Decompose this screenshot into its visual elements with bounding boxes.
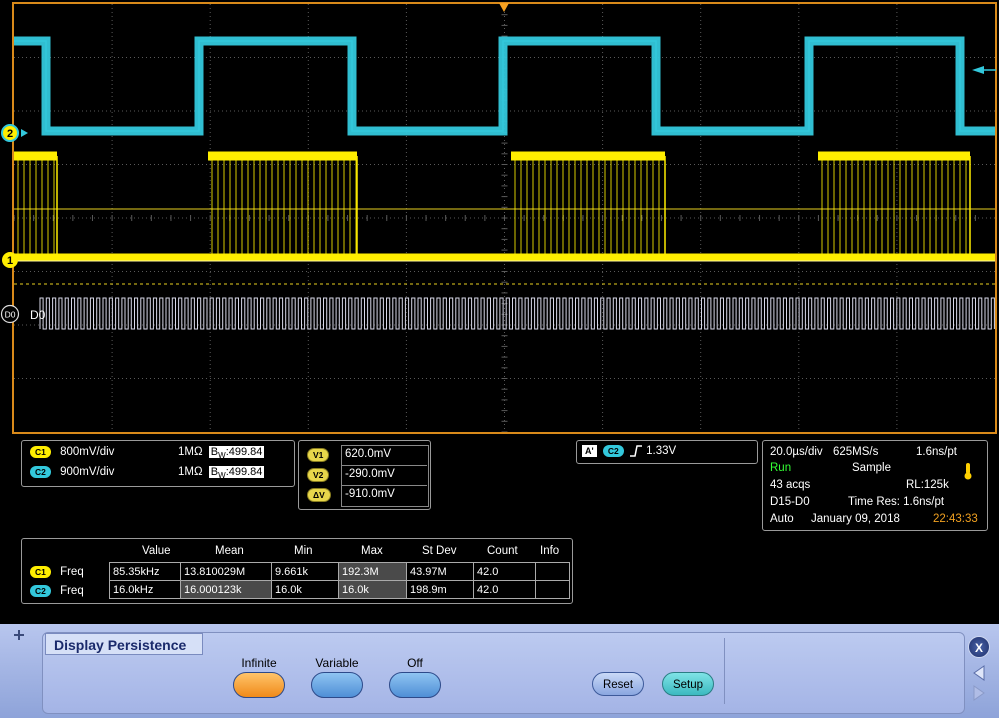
table-cell: 42.0 (473, 562, 535, 580)
acq-count: 43 acqs (770, 479, 811, 491)
option-off-label: Off (407, 656, 423, 670)
cursor-v2-value: -290.0mV (345, 468, 395, 480)
clock: 22:43:33 (933, 513, 978, 525)
col-header-min: Min (294, 545, 313, 557)
ch2-badge: C2 (30, 466, 51, 478)
col-header-info: Info (540, 545, 560, 557)
close-button[interactable]: X (968, 636, 990, 658)
ch2-bandwidth: BW:499.84 (208, 466, 265, 481)
cursor-delta-badge: ΔV (307, 488, 331, 502)
record-length: RL:125k (906, 479, 949, 491)
option-variable-button[interactable] (311, 672, 363, 698)
trigger-readout-panel[interactable]: A' C2 1.33V (576, 440, 758, 464)
sample-rate: 625MS/s (833, 446, 879, 458)
meas-row-1-type: Freq (60, 566, 84, 579)
channel-readout-panel[interactable]: C1 800mV/div 1MΩ BW:499.84 C2 900mV/div … (21, 440, 295, 487)
option-off-button[interactable] (389, 672, 441, 698)
col-header-mean: Mean (215, 545, 244, 557)
option-variable-label: Variable (315, 656, 359, 670)
waveform-display[interactable]: 2 1 D0 D0 (0, 0, 999, 436)
table-cell: 16.000123k (180, 580, 271, 598)
col-header-value: Value (142, 545, 171, 557)
svg-text:2: 2 (7, 128, 13, 140)
display-persistence-menu: Display Persistence Infinite Variable Of… (0, 624, 999, 718)
drag-handle-icon[interactable] (14, 630, 26, 642)
ch2-readout[interactable]: C2 900mV/div (30, 466, 114, 478)
measurement-table-panel[interactable]: Value Mean Min Max St Dev Count Info C1 … (21, 538, 573, 604)
acquisition-readout-panel[interactable]: 20.0µs/div 625MS/s 1.6ns/pt Run Sample 4… (762, 440, 988, 531)
ch1-scale: 800mV/div (60, 446, 115, 459)
col-header-max: Max (361, 545, 383, 557)
table-cell: 42.0 (473, 580, 535, 598)
timebase: 20.0µs/div (770, 446, 823, 458)
table-cell (535, 562, 570, 580)
meas-row-2-badge: C2 (30, 585, 51, 597)
svg-text:D0: D0 (30, 308, 46, 322)
table-cell: 16.0k (271, 580, 338, 598)
readout-area: C1 800mV/div 1MΩ BW:499.84 C2 900mV/div … (0, 436, 999, 624)
meas-row-2-label[interactable]: C2 Freq (30, 585, 84, 597)
cursor-v1-value: 620.0mV (345, 448, 392, 460)
ch1-marker: 1 (2, 252, 18, 268)
digital-channels: D15-D0 (770, 496, 810, 508)
table-cell: 192.3M (338, 562, 406, 580)
time-resolution: Time Res: 1.6ns/pt (848, 496, 945, 508)
reset-button[interactable]: Reset (592, 672, 644, 696)
table-cell: 13.810029M (180, 562, 271, 580)
acq-mode: Sample (852, 462, 891, 474)
menu-divider (724, 638, 725, 704)
trigger-source-badge: C2 (602, 445, 624, 457)
table-cell: 43.97M (406, 562, 473, 580)
meas-row-1-badge: C1 (30, 566, 51, 578)
svg-text:1: 1 (7, 255, 13, 267)
ch1-badge: C1 (30, 446, 51, 458)
trigger-mode-badge: A' (582, 445, 597, 457)
cursor-v2-badge: V2 (307, 468, 330, 482)
table-cell: 16.0k (338, 580, 406, 598)
acq-state: Run (770, 462, 792, 474)
thermometer-icon (964, 463, 972, 480)
trigger-mode: Auto (770, 513, 794, 525)
cursor-readout-panel[interactable]: V1 620.0mV V2 -290.0mV ΔV -910.0mV (298, 440, 431, 510)
table-cell: 9.661k (271, 562, 338, 580)
table-cell (535, 580, 570, 598)
menu-next-icon[interactable] (972, 685, 986, 701)
menu-prev-icon[interactable] (972, 665, 986, 681)
date: January 09, 2018 (811, 513, 900, 525)
option-infinite-label: Infinite (241, 656, 277, 670)
table-cell: 85.35kHz (109, 562, 180, 580)
table-cell: 198.9m (406, 580, 473, 598)
sample-interval: 1.6ns/pt (916, 446, 957, 458)
meas-row-2-type: Freq (60, 585, 84, 598)
rising-edge-icon (629, 445, 642, 457)
ch2-impedance: 1MΩ (178, 466, 203, 478)
meas-row-1-label[interactable]: C1 Freq (30, 566, 84, 578)
ch1-readout[interactable]: C1 800mV/div (30, 446, 114, 458)
svg-text:D0: D0 (5, 310, 16, 320)
cursor-delta-value: -910.0mV (345, 488, 395, 500)
ch1-bandwidth: BW:499.84 (208, 446, 265, 461)
cursor-v1-badge: V1 (307, 448, 330, 462)
ch1-impedance: 1MΩ (178, 446, 203, 458)
table-cell: 16.0kHz (109, 580, 180, 598)
option-infinite-button[interactable] (233, 672, 285, 698)
col-header-count: Count (487, 545, 518, 557)
setup-button[interactable]: Setup (662, 672, 714, 696)
trigger-level: 1.33V (646, 445, 677, 458)
col-header-stdev: St Dev (422, 545, 457, 557)
ch2-scale: 900mV/div (60, 466, 115, 479)
menu-title: Display Persistence (45, 633, 203, 655)
